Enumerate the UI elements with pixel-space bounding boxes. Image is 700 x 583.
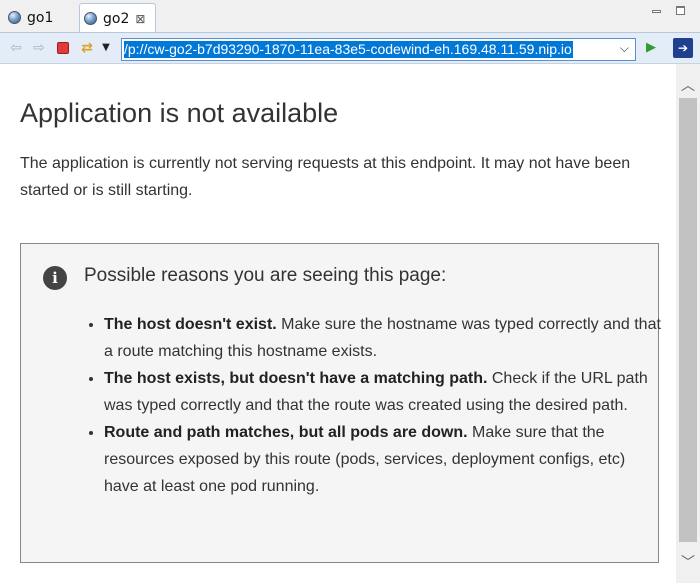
forward-icon[interactable]: ⇨ xyxy=(31,40,47,56)
tab-go1[interactable]: go1 xyxy=(3,3,75,32)
tab-go2[interactable]: go2 ⊠ xyxy=(79,3,156,33)
chevron-down-icon[interactable]: ﹀ xyxy=(676,547,700,577)
reasons-title: Possible reasons you are seeing this pag… xyxy=(84,265,447,286)
refresh-icon[interactable]: ⇄ xyxy=(79,40,95,56)
scrollbar-thumb[interactable] xyxy=(679,98,697,542)
list-item: Route and path matches, but all pods are… xyxy=(104,419,664,500)
globe-icon xyxy=(84,12,97,25)
reasons-list: The host doesn't exist. Make sure the ho… xyxy=(85,311,664,500)
reasons-panel: i Possible reasons you are seeing this p… xyxy=(20,243,661,563)
chevron-down-icon[interactable]: ⌵ xyxy=(620,41,629,56)
dropdown-icon[interactable]: ▼ xyxy=(98,40,114,56)
reason-heading: The host doesn't exist. xyxy=(104,316,277,333)
chevron-up-icon[interactable]: ︿ xyxy=(676,70,700,100)
list-item: The host doesn't exist. Make sure the ho… xyxy=(104,311,664,365)
url-input[interactable]: p://cw-go2-b7d93290-1870-11ea-83e5-codew… xyxy=(121,38,636,61)
maximize-icon[interactable] xyxy=(676,6,685,15)
page-title: Application is not available xyxy=(20,98,339,128)
open-external-icon[interactable]: ➔ xyxy=(673,38,693,58)
tab-label: go1 xyxy=(27,9,54,26)
stop-icon[interactable] xyxy=(55,40,71,56)
close-icon[interactable]: ⊠ xyxy=(135,12,145,26)
reason-heading: The host exists, but doesn't have a matc… xyxy=(104,370,488,387)
globe-icon xyxy=(8,11,21,24)
vertical-scrollbar[interactable]: ︿ ﹀ xyxy=(676,64,700,583)
editor-tab-bar: go1 go2 ⊠ xyxy=(0,0,700,33)
list-item: The host exists, but doesn't have a matc… xyxy=(104,365,664,419)
info-icon: i xyxy=(43,266,67,290)
back-icon[interactable]: ⇦ xyxy=(8,40,24,56)
browser-toolbar: ⇦ ⇨ ⇄ ▼ p://cw-go2-b7d93290-1870-11ea-83… xyxy=(0,32,700,64)
go-icon[interactable]: ▶ xyxy=(643,40,659,56)
tab-label: go2 xyxy=(103,10,130,27)
url-text: p://cw-go2-b7d93290-1870-11ea-83e5-codew… xyxy=(124,41,573,58)
reason-heading: Route and path matches, but all pods are… xyxy=(104,424,468,441)
browser-viewport: Application is not available The applica… xyxy=(0,64,676,583)
page-description: The application is currently not serving… xyxy=(20,155,631,199)
minimize-icon[interactable] xyxy=(652,10,661,13)
